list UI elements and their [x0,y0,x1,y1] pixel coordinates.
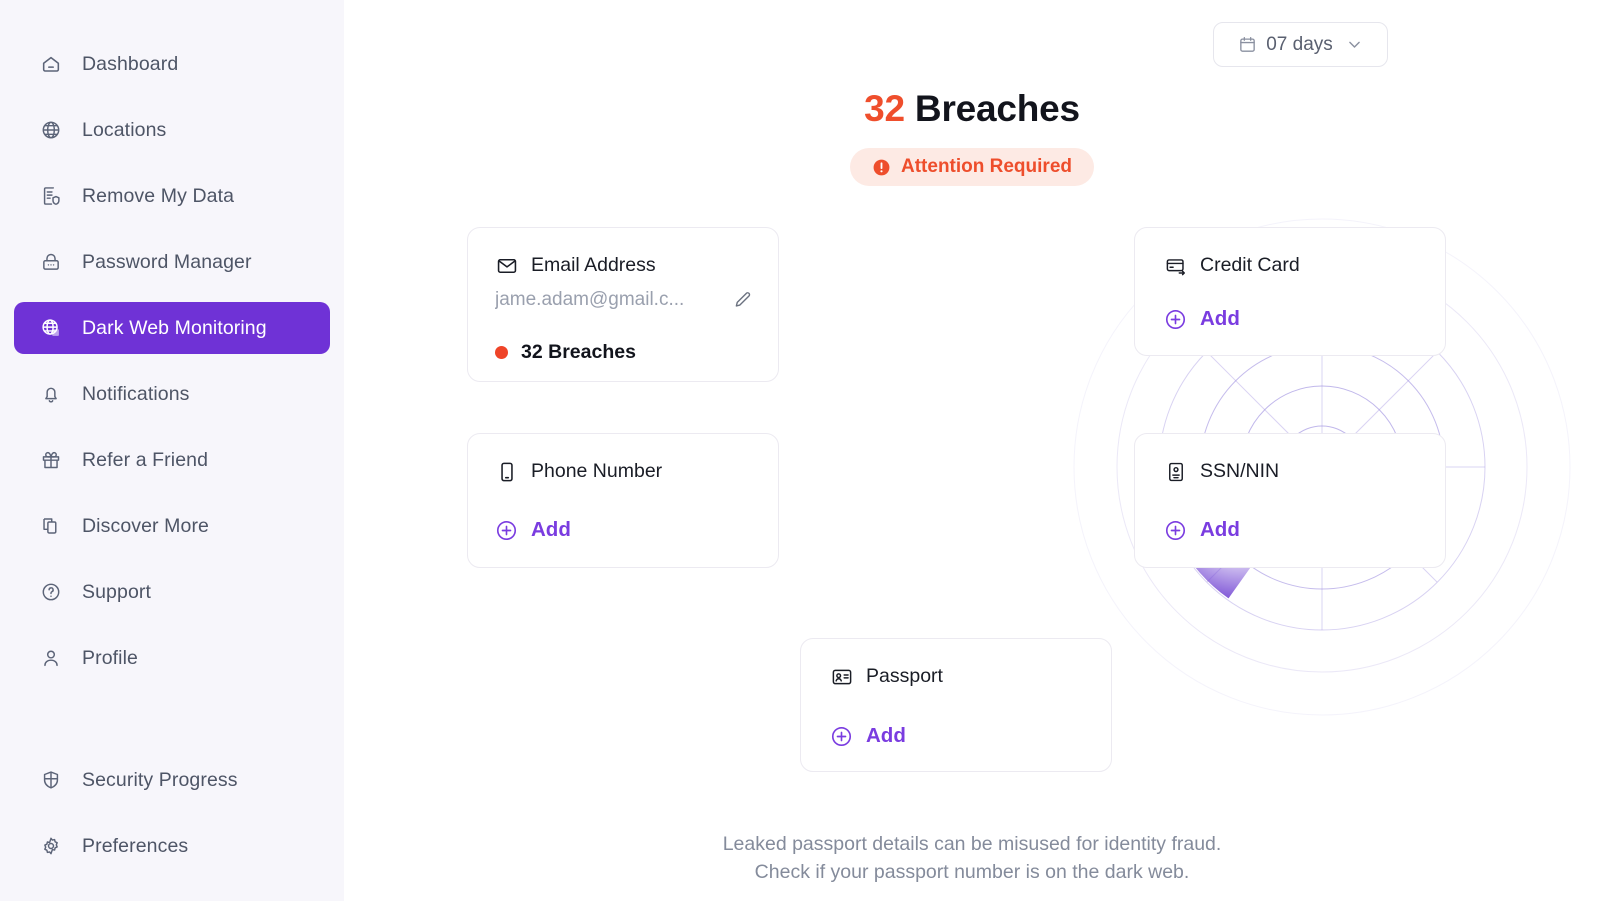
card-header: Phone Number [496,460,662,483]
question-circle-icon [40,581,62,603]
status-badge-label: Attention Required [901,156,1072,177]
globe-scan-icon [40,317,62,339]
add-phone-number-button[interactable]: Add [495,518,571,542]
add-label: Add [1200,518,1240,541]
sidebar-item-dark-web-monitoring[interactable]: Dark Web Monitoring [14,302,330,354]
plus-circle-icon [830,725,853,748]
sidebar-item-label: Remove My Data [82,184,235,207]
card-credit-card[interactable]: Credit Card Add [1134,227,1446,356]
sidebar-item-label: Notifications [82,382,190,405]
phone-icon [496,461,518,483]
sidebar-item-label: Support [82,580,151,603]
gift-icon [40,449,62,471]
plus-circle-icon [1164,519,1187,542]
sidebar-item-label: Refer a Friend [82,448,209,471]
shield-icon [40,769,62,791]
card-header: SSN/NIN [1165,460,1279,483]
sidebar-item-preferences[interactable]: Preferences [14,820,330,872]
globe-icon [40,119,62,141]
id-card-icon [1165,461,1187,483]
card-title: Passport [866,665,943,687]
alert-circle-icon [872,158,891,177]
card-ssn-nin[interactable]: SSN/NIN Add [1134,433,1446,568]
card-title: Email Address [531,254,656,276]
sidebar: Dashboard Locations Remove My Data Passw… [0,0,344,901]
card-header: Email Address [496,254,656,277]
sidebar-item-label: Dark Web Monitoring [82,316,267,339]
status-badge: Attention Required [850,148,1094,186]
status-dot [495,346,508,359]
sidebar-item-label: Password Manager [82,250,252,273]
plus-circle-icon [1164,308,1187,331]
plus-circle-icon [495,519,518,542]
sidebar-item-label: Security Progress [82,768,238,791]
copy-icon [40,515,62,537]
sidebar-item-discover-more[interactable]: Discover More [14,500,330,552]
footer-note-line2: Check if your passport number is on the … [754,861,1190,883]
email-value: jame.adam@gmail.c... [495,289,685,310]
card-title: SSN/NIN [1200,460,1280,482]
add-label: Add [1200,307,1240,330]
add-passport-button[interactable]: Add [830,724,906,748]
card-title: Credit Card [1200,254,1300,276]
date-range-label: 07 days [1266,33,1333,55]
page-title: 32 Breaches [344,88,1600,130]
user-icon [40,647,62,669]
card-phone-number[interactable]: Phone Number Add [467,433,779,568]
add-label: Add [531,518,571,541]
mail-icon [496,255,518,277]
card-title: Phone Number [531,460,663,482]
card-passport[interactable]: Passport Add [800,638,1112,772]
footer-note-line1: Leaked passport details can be misused f… [722,833,1222,855]
sidebar-item-security-progress[interactable]: Security Progress [14,754,330,806]
main-content: 07 days 32 Breaches Attention Required E… [344,0,1600,901]
sidebar-item-label: Locations [82,118,167,141]
chevron-down-icon [1346,36,1363,53]
breach-word [905,88,915,129]
sidebar-item-label: Profile [82,646,138,669]
home-icon [40,53,62,75]
sidebar-item-label: Dashboard [82,52,179,75]
sidebar-item-remove-my-data[interactable]: Remove My Data [14,170,330,222]
gear-icon [40,835,62,857]
email-breach-status: 32 Breaches [495,341,636,364]
sidebar-item-locations[interactable]: Locations [14,104,330,156]
breach-count: 32 [864,88,905,129]
breach-label: Breaches [914,88,1080,129]
dark-web-monitoring-page: Dashboard Locations Remove My Data Passw… [0,0,1600,901]
passport-icon [831,666,853,688]
date-range-selector[interactable]: 07 days [1213,22,1388,67]
file-shield-icon [40,185,62,207]
calendar-icon [1238,35,1257,54]
sidebar-item-notifications[interactable]: Notifications [14,368,330,420]
footer-note: Leaked passport details can be misused f… [344,830,1600,886]
sidebar-item-refer-a-friend[interactable]: Refer a Friend [14,434,330,486]
card-header: Passport [831,665,943,688]
credit-card-icon [1165,255,1187,277]
email-breach-count: 32 Breaches [521,341,636,363]
bell-icon [40,383,62,405]
add-credit-card-button[interactable]: Add [1164,307,1240,331]
add-ssn-button[interactable]: Add [1164,518,1240,542]
add-label: Add [866,724,906,747]
sidebar-item-dashboard[interactable]: Dashboard [14,38,330,90]
pencil-icon[interactable] [732,290,753,311]
card-header: Credit Card [1165,254,1300,277]
lock-icon [40,251,62,273]
sidebar-item-label: Preferences [82,834,189,857]
email-value-row: jame.adam@gmail.c... [495,289,753,311]
sidebar-item-password-manager[interactable]: Password Manager [14,236,330,288]
sidebar-item-profile[interactable]: Profile [14,632,330,684]
sidebar-item-label: Discover More [82,514,209,537]
sidebar-item-support[interactable]: Support [14,566,330,618]
card-email-address[interactable]: Email Address jame.adam@gmail.c... 32 Br… [467,227,779,382]
